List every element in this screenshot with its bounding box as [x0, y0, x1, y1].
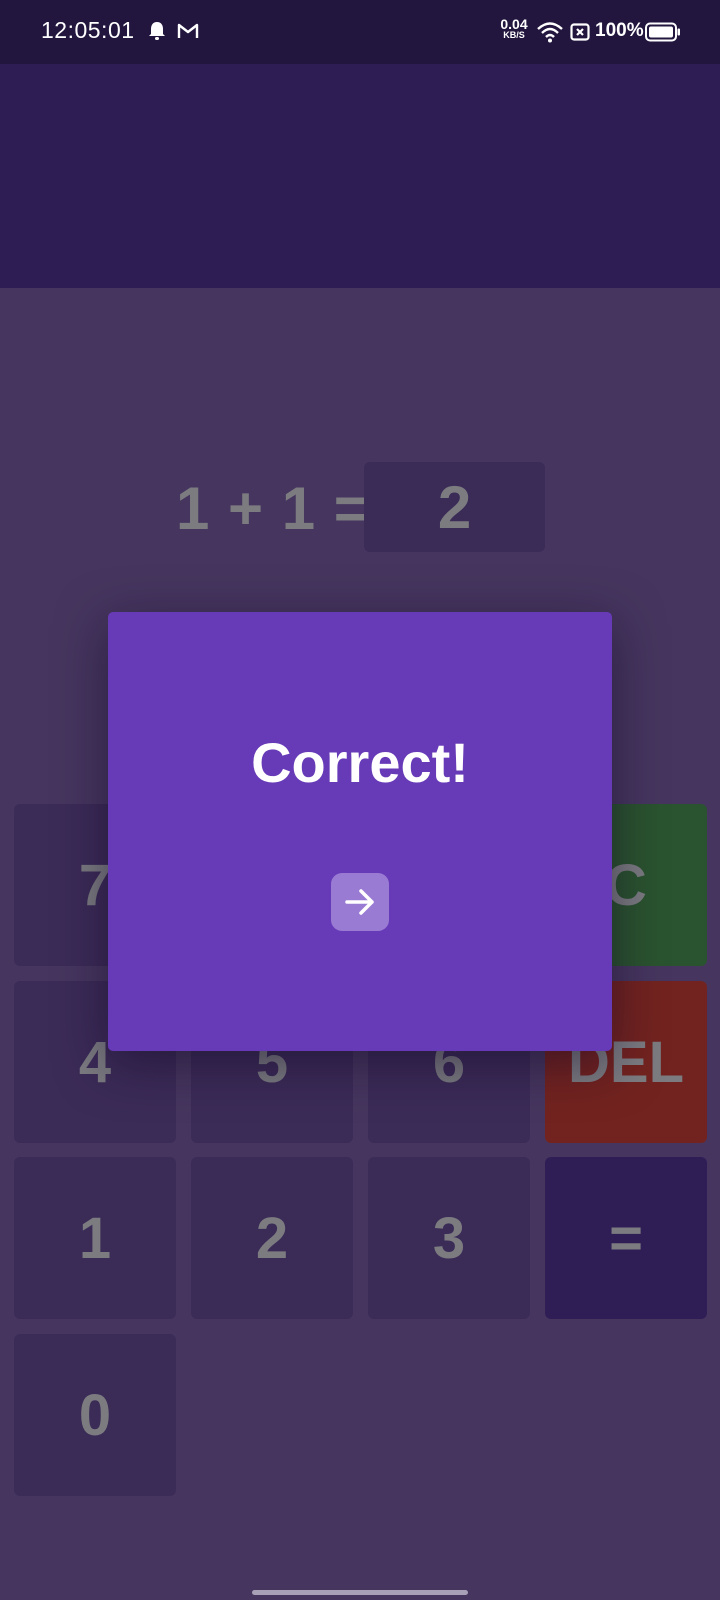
- no-sim-icon: [570, 23, 590, 46]
- gesture-nav-handle[interactable]: [252, 1590, 468, 1595]
- arrow-right-icon: [345, 889, 374, 915]
- network-speed: 0.04 KB/S: [500, 16, 528, 40]
- key-3[interactable]: 3: [368, 1157, 530, 1319]
- wifi-icon: [537, 21, 563, 48]
- status-bar: 12:05:01 0.04 KB/S 100%: [0, 0, 720, 64]
- equation-row: 1 + 1 = 2: [0, 462, 720, 552]
- battery-icon: [645, 22, 681, 47]
- app-bar: [0, 64, 720, 288]
- answer-field[interactable]: 2: [364, 462, 545, 552]
- dialog-title: Correct!: [251, 731, 469, 794]
- equation-expression: 1 + 1 =: [176, 475, 370, 542]
- key-1[interactable]: 1: [14, 1157, 176, 1319]
- equals-button[interactable]: =: [545, 1157, 707, 1319]
- result-dialog: Correct!: [108, 612, 612, 1051]
- notification-bell-icon: [148, 20, 166, 47]
- gmail-icon: [177, 22, 199, 45]
- battery-percent: 100%: [595, 20, 644, 41]
- status-time: 12:05:01: [41, 17, 135, 43]
- key-2[interactable]: 2: [191, 1157, 353, 1319]
- next-button[interactable]: [331, 873, 389, 931]
- key-0[interactable]: 0: [14, 1334, 176, 1496]
